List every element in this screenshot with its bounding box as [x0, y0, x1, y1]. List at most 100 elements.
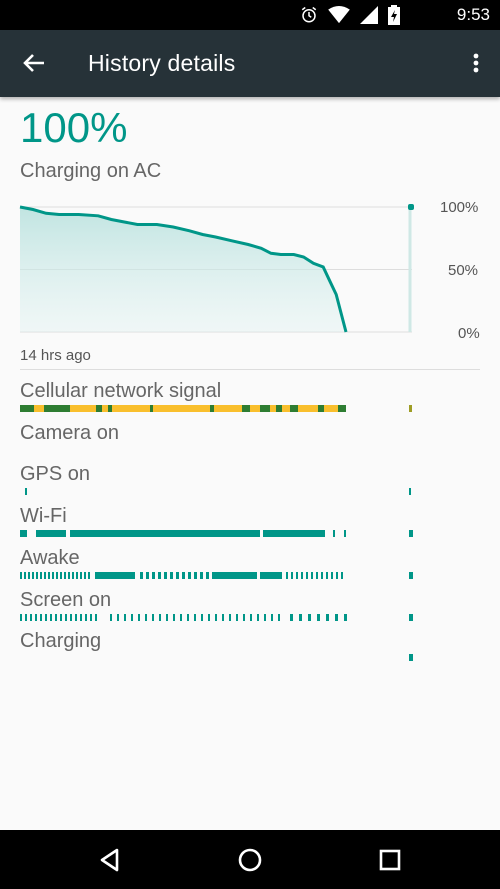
track-segment: [164, 572, 167, 579]
track-segment: [20, 405, 34, 412]
track-label: Screen on: [20, 589, 112, 611]
track-segment: [318, 405, 324, 412]
track-segment: [145, 614, 147, 621]
track-screen: Screen on: [0, 589, 500, 629]
track-segment: [341, 572, 343, 579]
track-segment: [75, 614, 77, 621]
track-segment: [290, 405, 298, 412]
track-segment: [95, 572, 135, 579]
nav-recents-icon[interactable]: [375, 845, 405, 875]
clock: 9:53: [456, 5, 490, 24]
track-segment: [206, 572, 209, 579]
track-segment: [88, 572, 90, 579]
track-segment: [20, 614, 22, 621]
charging-marker: [408, 204, 414, 210]
track-segment: [48, 572, 50, 579]
track-segment: [215, 614, 217, 621]
track-segment: [110, 614, 112, 621]
arrow-back-icon[interactable]: [18, 47, 50, 79]
track-segment: [278, 614, 280, 621]
track-segment: [84, 572, 86, 579]
track-label: Charging: [20, 630, 102, 652]
track-segment: [176, 572, 179, 579]
track-segment: [306, 572, 308, 579]
track-segment: [291, 572, 293, 579]
alarm-icon: [301, 6, 317, 23]
track-segment: [210, 405, 214, 412]
track-label: Wi-Fi: [20, 505, 67, 527]
track-segment: [96, 405, 102, 412]
track-bar-wifi: [20, 530, 413, 537]
track-segment: [32, 572, 34, 579]
track-segment: [409, 530, 413, 537]
track-segment: [326, 614, 329, 621]
track-segment: [24, 572, 26, 579]
track-segment: [301, 572, 303, 579]
track-segment: [187, 614, 189, 621]
track-segment: [50, 614, 52, 621]
track-charging: Charging: [0, 630, 500, 670]
track-segment: [170, 572, 173, 579]
track-segment: [344, 614, 347, 621]
track-segment: [55, 614, 57, 621]
track-bar-charging: [409, 654, 413, 661]
track-segment: [344, 530, 346, 537]
track-segment: [45, 614, 47, 621]
track-segment: [321, 572, 323, 579]
track-segment: [44, 405, 70, 412]
track-segment: [158, 572, 161, 579]
track-segment: [409, 654, 413, 661]
cell-signal-icon: [360, 6, 378, 24]
track-segment: [242, 405, 250, 412]
track-wifi: Wi-Fi: [0, 505, 500, 545]
battery-chart-svg: [19, 204, 414, 333]
track-segment: [243, 614, 245, 621]
track-segment: [335, 614, 338, 621]
track-camera: Camera on: [0, 422, 500, 462]
track-segment: [56, 572, 58, 579]
track-segment: [108, 405, 112, 412]
track-segment: [182, 572, 185, 579]
battery-level: 100%: [20, 104, 128, 151]
y-tick-label-0: 0%: [458, 325, 480, 342]
track-segment: [188, 572, 191, 579]
track-segment: [25, 488, 27, 495]
track-segment: [194, 614, 196, 621]
track-segment: [180, 614, 182, 621]
track-segment: [35, 614, 37, 621]
track-segment: [260, 405, 270, 412]
track-segment: [80, 572, 82, 579]
track-bar-gps: [25, 488, 411, 495]
app-toolbar: History details: [0, 30, 500, 97]
track-segment: [263, 530, 325, 537]
track-cellular: Cellular network signal: [0, 380, 500, 420]
track-segment: [40, 572, 42, 579]
track-segment: [200, 572, 203, 579]
track-bar-camera: [0, 447, 500, 455]
status-bar: 9:53: [0, 0, 500, 30]
track-segment: [124, 614, 126, 621]
page-title: History details: [88, 50, 236, 76]
track-segment: [44, 572, 46, 579]
track-segment: [152, 572, 155, 579]
wifi-icon: [328, 6, 350, 24]
track-bar-screen: [20, 614, 413, 621]
track-segment: [173, 614, 175, 621]
track-segment: [150, 405, 153, 412]
track-segment: [140, 572, 143, 579]
battery-charging-icon: [388, 5, 400, 25]
track-segment: [296, 572, 298, 579]
track-segment: [90, 614, 92, 621]
track-segment: [250, 614, 252, 621]
track-segment: [40, 614, 42, 621]
track-segment: [326, 572, 328, 579]
more-vert-icon[interactable]: [466, 48, 486, 78]
track-segment: [409, 488, 411, 495]
track-segment: [201, 614, 203, 621]
track-label: Cellular network signal: [20, 380, 222, 402]
track-segment: [308, 614, 311, 621]
track-segment: [76, 572, 78, 579]
track-label: Camera on: [20, 422, 119, 444]
nav-back-icon[interactable]: [95, 845, 125, 875]
nav-home-icon[interactable]: [235, 845, 265, 875]
